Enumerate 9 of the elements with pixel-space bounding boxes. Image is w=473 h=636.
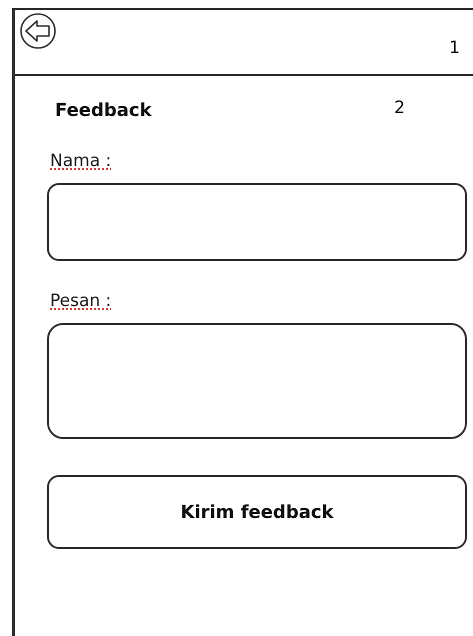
field-label: Nama : bbox=[50, 151, 112, 171]
message-field[interactable] bbox=[47, 323, 467, 439]
back-icon[interactable] bbox=[19, 12, 57, 50]
marker-number: 2 bbox=[394, 98, 405, 120]
submit-button[interactable]: Kirim feedback bbox=[47, 475, 467, 549]
form-title: Feedback bbox=[55, 100, 152, 121]
marker-number: 1 bbox=[449, 38, 460, 58]
field-label: Pesan : bbox=[50, 291, 112, 311]
name-field[interactable] bbox=[47, 183, 467, 261]
